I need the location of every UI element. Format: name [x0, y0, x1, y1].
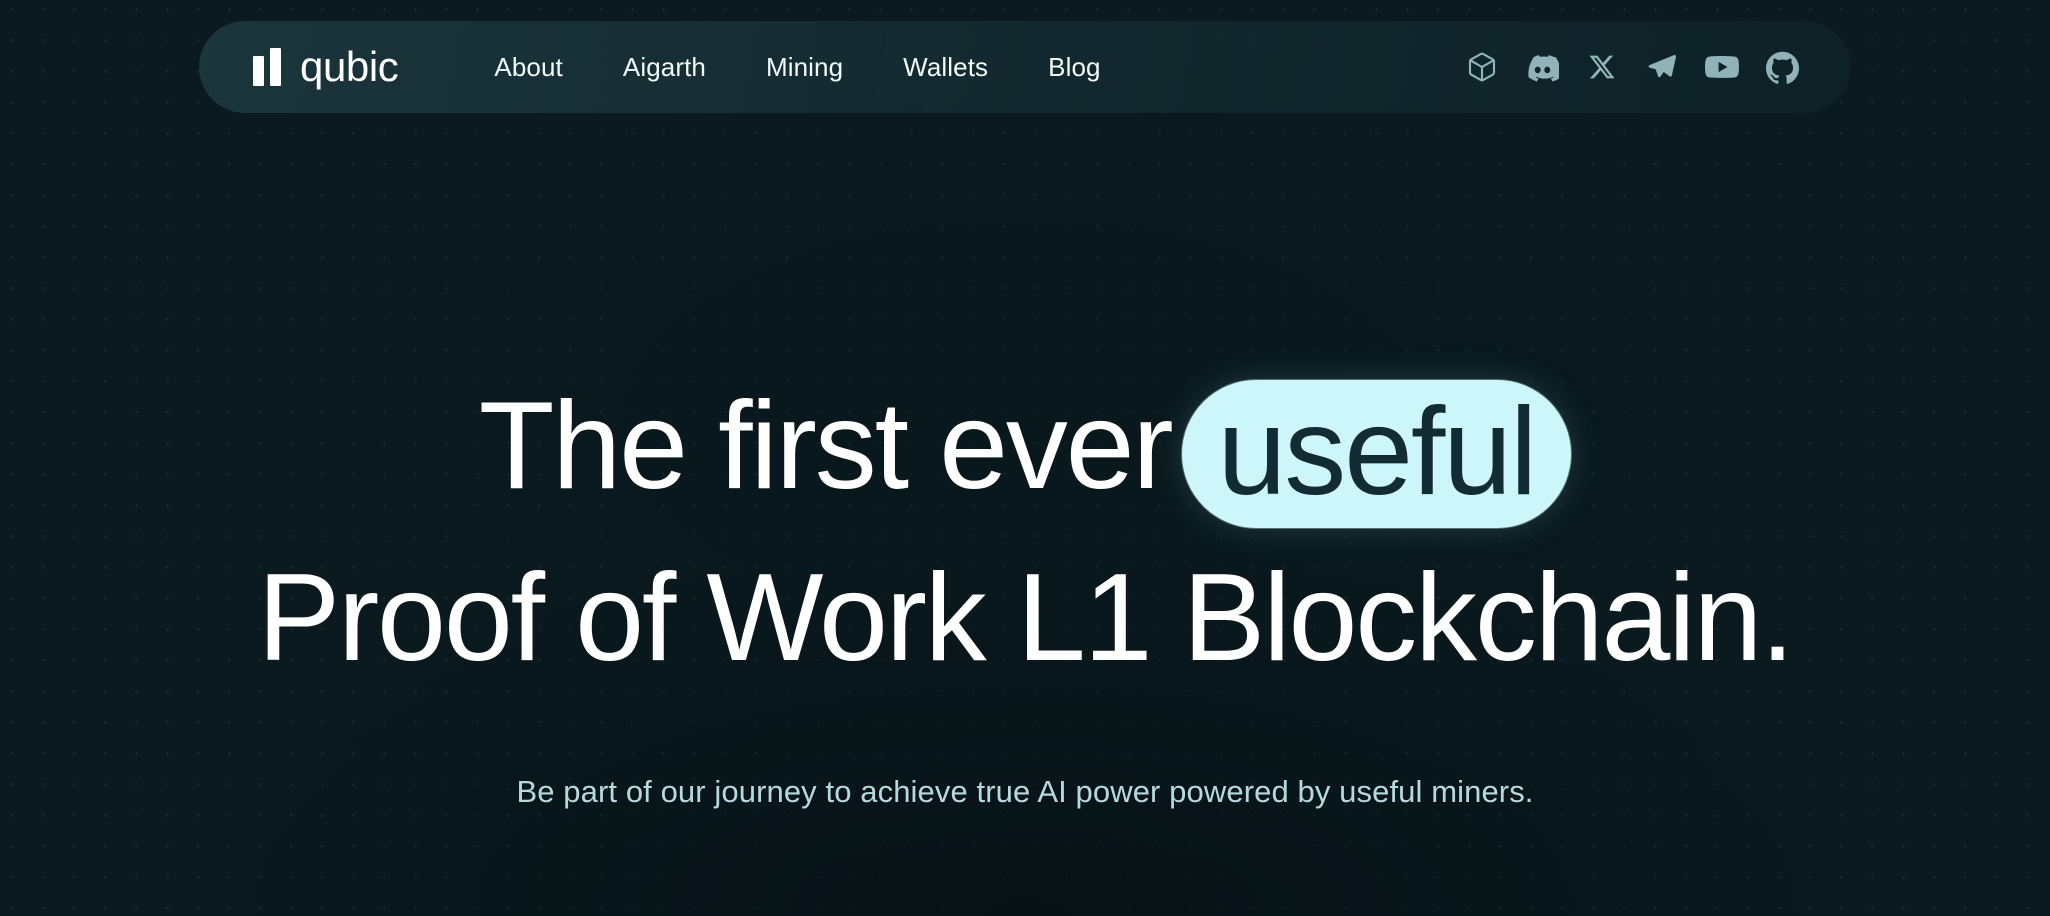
nav-link-blog[interactable]: Blog: [1018, 42, 1130, 93]
telegram-icon[interactable]: [1645, 50, 1679, 84]
nav-link-mining[interactable]: Mining: [736, 42, 873, 93]
primary-navigation: About Aigarth Mining Wallets Blog: [464, 42, 1130, 93]
page-background: qubic About Aigarth Mining Wallets Blog: [0, 0, 2050, 916]
cube-explorer-icon[interactable]: [1465, 50, 1499, 84]
youtube-icon[interactable]: [1705, 50, 1739, 84]
header: qubic About Aigarth Mining Wallets Blog: [0, 21, 2050, 113]
headline-line-2: Proof of Work L1 Blockchain.: [257, 549, 1794, 687]
qubic-bars-logo-icon: [253, 48, 281, 86]
headline-prefix: The first ever: [478, 377, 1174, 515]
nav-link-aigarth[interactable]: Aigarth: [593, 42, 736, 93]
headline-line-1: The first ever useful: [0, 374, 2050, 528]
navbar: qubic About Aigarth Mining Wallets Blog: [199, 21, 1851, 113]
page-title: The first ever useful Proof of Work L1 Bl…: [0, 374, 2050, 680]
brand-name: qubic: [300, 43, 399, 90]
github-icon[interactable]: [1765, 50, 1799, 84]
nav-link-about[interactable]: About: [464, 42, 592, 93]
headline-highlight-pill: useful: [1181, 380, 1572, 528]
nav-link-wallets[interactable]: Wallets: [873, 42, 1018, 93]
hero-subtitle: Be part of our journey to achieve true A…: [516, 774, 1534, 809]
hero-section: The first ever useful Proof of Work L1 Bl…: [0, 0, 2050, 916]
logo-bar-tall: [270, 48, 281, 86]
discord-icon[interactable]: [1525, 50, 1559, 84]
social-links: [1465, 50, 1799, 84]
logo-home-link[interactable]: qubic: [253, 43, 399, 90]
x-twitter-icon[interactable]: [1585, 50, 1619, 84]
logo-bar-short: [253, 56, 264, 86]
